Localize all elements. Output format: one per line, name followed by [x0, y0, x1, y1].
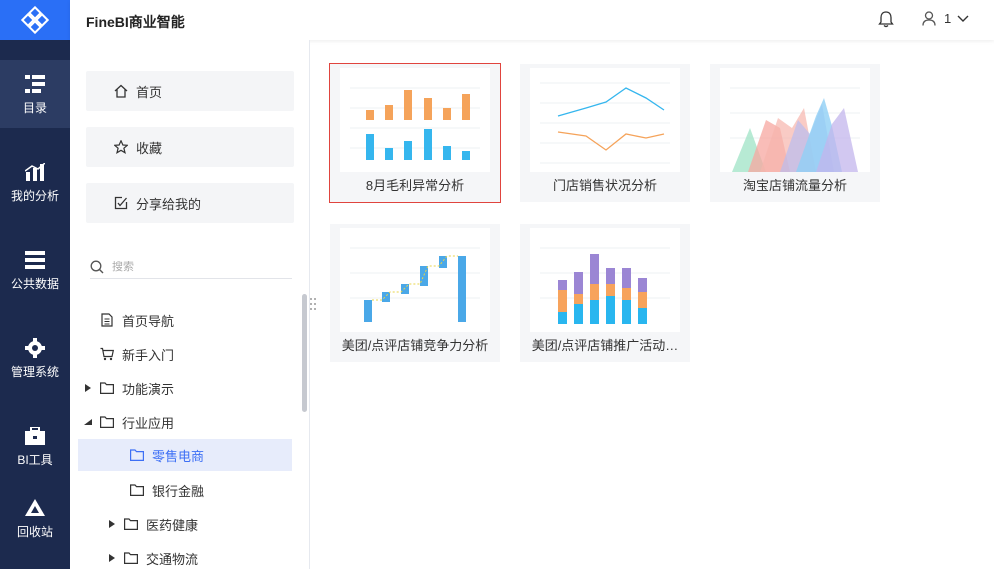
- folder-icon: [100, 381, 114, 395]
- tree-item-label: 医药健康: [146, 517, 199, 533]
- rail-item-public-data[interactable]: 公共数据: [0, 236, 70, 304]
- card-title: 美团/点评店铺竞争力分析: [341, 338, 489, 353]
- document-icon: [100, 313, 114, 327]
- tree-item-home-nav[interactable]: 首页导航: [78, 304, 292, 336]
- rail-item-management[interactable]: 管理系统: [0, 324, 70, 392]
- rail-item-recycle-bin[interactable]: 回收站: [0, 484, 70, 552]
- tree-item-label: 交通物流: [146, 551, 199, 567]
- card-title: 美团/点评店铺推广活动…: [531, 338, 679, 353]
- catalog-search: [90, 255, 292, 279]
- folder-icon: [124, 551, 138, 565]
- quick-link-label: 收藏: [136, 140, 163, 156]
- search-input[interactable]: [112, 260, 272, 273]
- tree-item-retail-ecommerce[interactable]: 零售电商: [78, 439, 292, 471]
- tree-item-banking-finance[interactable]: 银行金融: [78, 474, 292, 506]
- finebi-logo-icon: [21, 6, 49, 34]
- waterfall-chart-thumbnail: [340, 228, 490, 332]
- dashboard-card[interactable]: 美团/点评店铺竞争力分析: [330, 224, 500, 362]
- notification-bell-icon[interactable]: [878, 11, 894, 28]
- tree-item-feature-demo[interactable]: 功能演示: [78, 372, 292, 404]
- tree-item-label: 零售电商: [152, 448, 205, 464]
- app-logo[interactable]: [0, 0, 70, 40]
- share-icon: [114, 196, 128, 210]
- dashboard-card[interactable]: 淘宝店铺流量分析: [710, 64, 880, 202]
- quick-link-favorites[interactable]: 收藏: [86, 127, 294, 167]
- rail-item-my-analysis[interactable]: 我的分析: [0, 148, 70, 216]
- folder-icon: [130, 483, 144, 497]
- tree-item-label: 银行金融: [152, 483, 205, 499]
- rail-item-label: 管理系统: [10, 365, 59, 379]
- catalog-icon: [24, 73, 46, 95]
- caret-down-icon[interactable]: [84, 418, 92, 426]
- caret-right-icon[interactable]: [108, 520, 116, 528]
- user-icon: [922, 11, 936, 26]
- tree-item-getting-started[interactable]: 新手入门: [78, 338, 292, 370]
- recycle-icon: [24, 497, 46, 519]
- caret-right-icon[interactable]: [108, 554, 116, 562]
- rail-item-label: 公共数据: [10, 277, 59, 291]
- tree-item-logistics[interactable]: 交通物流: [78, 542, 292, 569]
- analysis-icon: [24, 161, 46, 183]
- user-menu[interactable]: 1: [922, 11, 969, 26]
- tree-item-industry-apps[interactable]: 行业应用: [78, 406, 292, 438]
- rail-item-catalog[interactable]: 目录: [0, 60, 70, 128]
- quick-link-shared-with-me[interactable]: 分享给我的: [86, 183, 294, 223]
- rail-item-bi-tools[interactable]: BI工具: [0, 412, 70, 480]
- panel-resize-handle[interactable]: [309, 297, 317, 311]
- quick-link-label: 首页: [136, 84, 163, 100]
- chevron-down-icon: [957, 15, 969, 22]
- search-icon: [90, 260, 104, 273]
- card-title: 8月毛利异常分析: [365, 178, 465, 193]
- tree-item-healthcare[interactable]: 医药健康: [78, 508, 292, 540]
- rail-item-label: 回收站: [16, 525, 53, 539]
- tree-item-label: 首页导航: [122, 313, 175, 329]
- top-header: FineBI商业智能 1: [70, 0, 994, 40]
- rail-item-label: BI工具: [17, 453, 53, 467]
- folder-icon: [100, 415, 114, 429]
- star-icon: [114, 140, 128, 154]
- quick-link-label: 分享给我的: [136, 196, 202, 212]
- rail-item-label: 我的分析: [10, 189, 59, 203]
- tree-item-label: 行业应用: [122, 415, 175, 431]
- catalog-panel: 首页 收藏 分享给我的 首页导航 新手入门 功能演示: [70, 40, 310, 569]
- dashboard-card[interactable]: 8月毛利异常分析: [329, 63, 501, 203]
- dashboard-card[interactable]: 门店销售状况分析: [520, 64, 690, 202]
- stacked-bar-chart-thumbnail: [530, 228, 680, 332]
- dashboard-card[interactable]: 美团/点评店铺推广活动…: [520, 224, 690, 362]
- line-chart-thumbnail: [530, 68, 680, 172]
- tree-item-label: 新手入门: [122, 347, 175, 363]
- area-chart-thumbnail: [720, 68, 870, 172]
- left-nav-rail: 目录 我的分析 公共数据 管理系统 BI工具 回收站: [0, 0, 70, 569]
- caret-right-icon[interactable]: [84, 384, 92, 392]
- folder-icon: [130, 448, 144, 462]
- tree-item-label: 功能演示: [122, 381, 175, 397]
- card-title: 门店销售状况分析: [552, 178, 657, 193]
- bar-chart-thumbnail: [340, 68, 490, 172]
- toolbox-icon: [24, 425, 46, 447]
- home-icon: [114, 84, 128, 98]
- rail-item-label: 目录: [22, 101, 47, 115]
- panel-scrollbar[interactable]: [302, 294, 307, 412]
- folder-icon: [124, 517, 138, 531]
- user-name: 1: [944, 11, 952, 26]
- quick-link-home[interactable]: 首页: [86, 71, 294, 111]
- card-title: 淘宝店铺流量分析: [742, 178, 847, 193]
- public-data-icon: [24, 249, 46, 271]
- settings-gear-icon: [24, 337, 46, 359]
- app-title: FineBI商业智能: [86, 14, 185, 30]
- cart-icon: [100, 347, 114, 361]
